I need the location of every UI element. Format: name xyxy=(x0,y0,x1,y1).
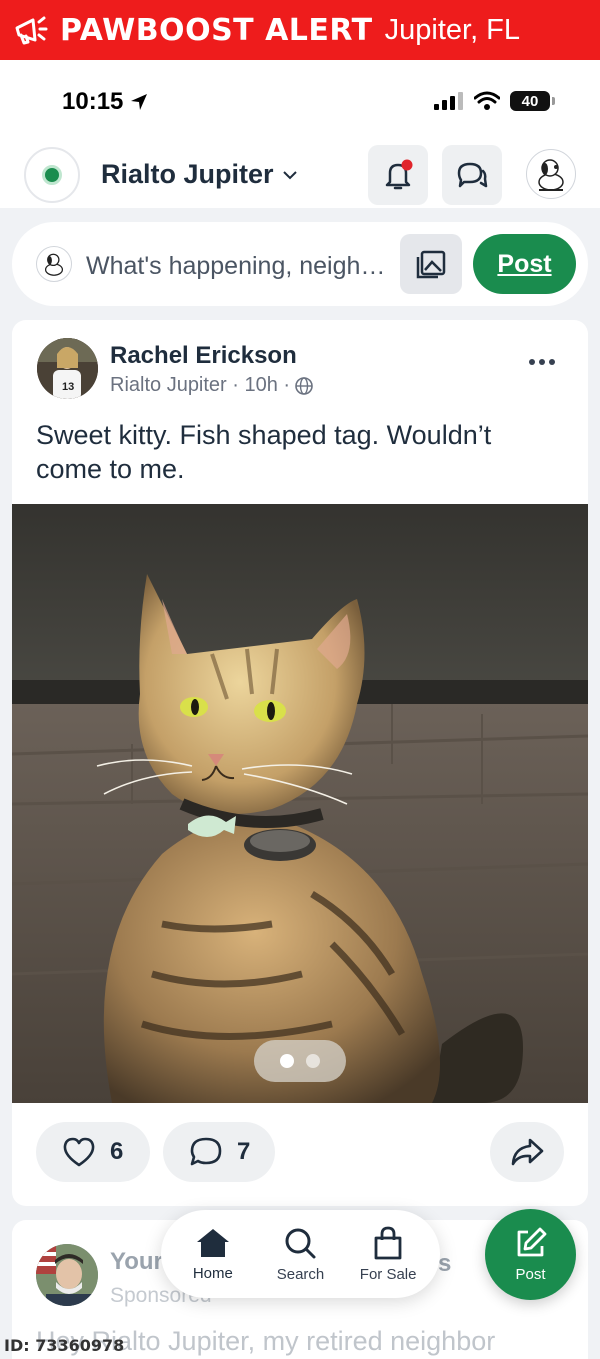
composer-input[interactable]: What's happening, neighbor? xyxy=(86,252,396,281)
banner-brand: PAWBOOST ALERT xyxy=(60,12,373,48)
author-avatar[interactable]: 13 xyxy=(37,338,98,399)
status-time: 10:15 xyxy=(62,88,149,116)
battery-level: 40 xyxy=(521,92,539,110)
chat-bubbles-icon xyxy=(457,162,488,188)
share-arrow-icon xyxy=(511,1138,544,1166)
location-arrow-icon xyxy=(131,94,148,110)
logo-dot xyxy=(42,165,62,185)
author-name[interactable]: Rachel Erickson xyxy=(110,342,297,370)
wifi-icon xyxy=(474,91,500,110)
nextdoor-logo[interactable] xyxy=(24,147,80,203)
bottom-navigation: Home Search For Sale xyxy=(161,1210,440,1298)
more-options-button[interactable] xyxy=(522,350,562,374)
globe-icon xyxy=(295,376,313,395)
cellular-signal-icon xyxy=(434,92,463,110)
heart-icon xyxy=(63,1137,95,1167)
nav-search-label: Search xyxy=(276,1265,325,1283)
like-count: 6 xyxy=(110,1138,124,1165)
more-dot xyxy=(539,359,545,365)
status-indicators: 40 xyxy=(434,91,555,111)
carousel-indicator[interactable] xyxy=(254,1040,346,1082)
battery-indicator: 40 xyxy=(510,91,555,111)
home-icon xyxy=(196,1228,229,1257)
nav-search[interactable]: Search xyxy=(260,1226,340,1283)
edit-pencil-icon xyxy=(517,1227,546,1257)
pawboost-banner: PAWBOOST ALERT Jupiter, FL xyxy=(0,0,600,60)
svg-text:13: 13 xyxy=(62,381,74,393)
post-composer: What's happening, neighbor? Post xyxy=(12,222,588,306)
snoopy-avatar-icon xyxy=(538,159,564,191)
search-icon xyxy=(285,1228,316,1258)
more-dot xyxy=(529,359,535,365)
sponsored-author-avatar xyxy=(36,1244,98,1306)
snoopy-avatar-icon xyxy=(44,253,64,276)
comment-count: 7 xyxy=(237,1138,251,1165)
create-post-fab[interactable]: Post xyxy=(485,1209,576,1300)
like-button[interactable]: 6 xyxy=(36,1122,150,1182)
carousel-dot-active xyxy=(280,1054,294,1068)
share-button[interactable] xyxy=(490,1122,564,1182)
nav-home-label: Home xyxy=(192,1264,233,1282)
carousel-dot xyxy=(306,1054,320,1068)
nav-for-sale[interactable]: For Sale xyxy=(348,1226,428,1283)
megaphone-icon xyxy=(8,7,54,53)
bell-icon xyxy=(385,159,413,190)
chevron-down-icon xyxy=(282,170,297,179)
post-meta: Rialto Jupiter · 10h · xyxy=(110,374,314,397)
comment-bubble-icon xyxy=(190,1137,222,1166)
photo-gallery-icon xyxy=(416,250,446,279)
shopping-bag-icon xyxy=(374,1226,402,1259)
composer-post-button[interactable]: Post xyxy=(473,234,576,294)
post-photo-cat[interactable] xyxy=(12,504,588,1103)
image-id-watermark: ID: 73360978 xyxy=(4,1336,125,1355)
add-photo-button[interactable] xyxy=(400,234,462,294)
app-header: Rialto Jupiter xyxy=(0,145,600,207)
banner-location: Jupiter, FL xyxy=(384,13,521,46)
neighborhood-name: Rialto Jupiter xyxy=(101,159,274,189)
nav-for-sale-label: For Sale xyxy=(359,1265,417,1283)
sponsored-author-name-suffix: s xyxy=(438,1250,452,1277)
post-card: 13 Rachel Erickson Rialto Jupiter · 10h … xyxy=(12,320,588,1206)
composer-avatar xyxy=(36,246,72,282)
profile-avatar[interactable] xyxy=(526,149,576,199)
status-time-text: 10:15 xyxy=(62,88,124,115)
more-dot xyxy=(549,359,555,365)
fab-label: Post xyxy=(515,1266,546,1283)
comment-button[interactable]: 7 xyxy=(163,1122,275,1182)
messages-button[interactable] xyxy=(442,145,502,205)
post-meta-text: Rialto Jupiter · 10h · xyxy=(110,374,291,396)
nav-home[interactable]: Home xyxy=(173,1227,253,1282)
notifications-button[interactable] xyxy=(368,145,428,205)
post-body: Sweet kitty. Fish shaped tag. Wouldn’t c… xyxy=(36,420,492,484)
neighborhood-selector[interactable]: Rialto Jupiter xyxy=(101,159,298,190)
sponsored-author-name: Your xyxy=(110,1248,163,1275)
